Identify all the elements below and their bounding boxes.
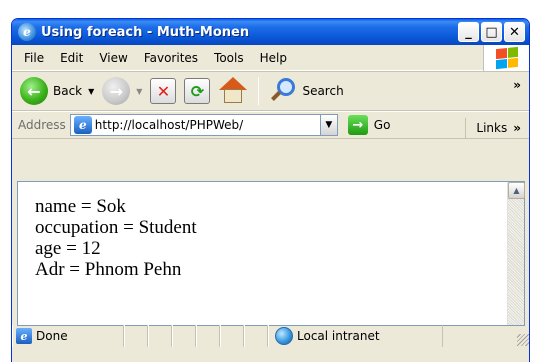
status-panel-empty [172,325,196,347]
status-panel-empty [196,325,220,347]
forward-dropdown-icon[interactable]: ▼ [136,87,142,96]
output-line: Adr = Phnom Pehn [35,259,182,280]
status-panel-empty [124,325,148,347]
page-body: name = Sok occupation = Student age = 12… [35,196,197,280]
forward-button[interactable]: → ▼ [98,74,146,108]
vertical-scrollbar[interactable]: ▲ [507,182,525,325]
back-arrow-icon: ← [20,77,48,105]
resize-grip-icon[interactable] [517,334,529,346]
address-bar: Address e http://localhost/PHPWeb/ ▼ → G… [12,111,529,139]
address-url[interactable]: http://localhost/PHPWeb/ [95,118,315,132]
go-arrow-icon: → [347,115,368,135]
home-icon [218,77,248,105]
browser-window: e Using foreach - Muth-Monen _ □ ✕ File … [11,18,530,362]
links-overflow-chevron[interactable]: » [513,121,521,135]
toolbar-separator [258,77,260,105]
internet-explorer-icon[interactable]: e [18,23,36,41]
local-intranet-icon [275,327,293,345]
page-icon: e [73,116,92,134]
windows-flag-icon [495,46,518,70]
menu-view[interactable]: View [91,51,135,65]
stop-icon: ✕ [150,78,177,104]
minimize-button[interactable]: _ [458,22,479,42]
security-zone-panel[interactable]: Local intranet [268,325,443,347]
search-icon [269,77,297,105]
zone-text: Local intranet [297,329,380,343]
refresh-button[interactable]: ⟳ [180,74,214,108]
toolbar-overflow-chevron[interactable]: » [513,78,521,92]
output-line: occupation = Student [35,217,197,238]
status-text: Done [36,329,68,343]
page-done-icon: e [16,328,32,344]
forward-arrow-icon: → [102,77,131,105]
menu-tools[interactable]: Tools [206,51,252,65]
window-title: Using foreach - Muth-Monen [41,24,250,40]
page-content: name = Sok occupation = Student age = 12… [17,181,525,326]
status-panel-empty [244,325,268,347]
menu-edit[interactable]: Edit [52,51,91,65]
menu-file[interactable]: File [16,51,52,65]
scroll-up-icon[interactable]: ▲ [508,182,525,199]
address-label: Address [18,118,66,132]
maximize-button[interactable]: □ [481,22,502,42]
menu-help[interactable]: Help [252,51,295,65]
home-button[interactable] [214,74,252,108]
search-button[interactable]: Search [265,74,347,108]
back-dropdown-icon[interactable]: ▼ [88,87,94,96]
links-toolbar[interactable]: Links » [465,118,521,138]
refresh-icon: ⟳ [184,78,211,104]
back-label: Back [53,84,83,98]
output-line: name = Sok [35,196,126,217]
output-line: age = 12 [35,238,101,259]
status-panel-empty [220,325,244,347]
menu-favorites[interactable]: Favorites [136,51,206,65]
menu-bar: File Edit View Favorites Tools Help [12,45,529,71]
title-bar[interactable]: e Using foreach - Muth-Monen _ □ ✕ [12,19,529,45]
status-panel: e Done [12,325,124,347]
standard-toolbar: ← Back ▼ → ▼ ✕ ⟳ Search » [12,71,529,111]
address-input[interactable]: e http://localhost/PHPWeb/ ▼ [69,114,338,136]
links-label: Links [476,121,508,135]
back-button[interactable]: ← Back ▼ [16,74,98,108]
windows-logo [483,45,529,71]
status-bar: e Done Local intranet [12,325,529,362]
close-button[interactable]: ✕ [504,22,525,42]
status-panel-empty [148,325,172,347]
go-button[interactable]: → Go [347,115,391,135]
search-label: Search [302,84,344,98]
go-label: Go [373,118,391,132]
caption-buttons: _ □ ✕ [458,22,525,42]
stop-button[interactable]: ✕ [146,74,180,108]
address-dropdown-icon[interactable]: ▼ [319,115,337,135]
